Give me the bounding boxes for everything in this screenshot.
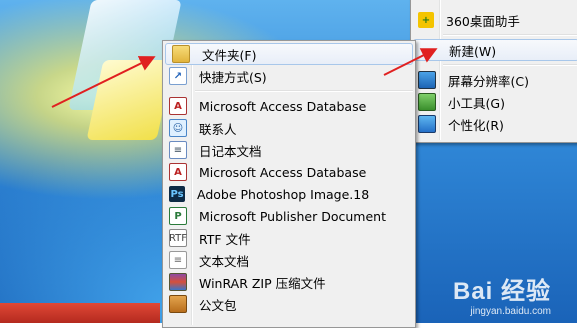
menu-separator bbox=[443, 64, 577, 66]
menu-item-new-journal[interactable]: ≡ 日记本文档 bbox=[163, 139, 415, 161]
menu-item-label: 文件夹(F) bbox=[202, 47, 257, 63]
menu-item-label: RTF 文件 bbox=[199, 231, 251, 247]
new-icon bbox=[421, 42, 437, 58]
menu-item-label: Adobe Photoshop Image.18 bbox=[197, 186, 370, 202]
menu-item-new-folder[interactable]: 文件夹(F) bbox=[165, 43, 413, 65]
menu-item-label: WinRAR ZIP 压缩文件 bbox=[199, 275, 326, 291]
watermark-brand: Bai 经验 bbox=[452, 278, 551, 305]
menu-item-screen-resolution[interactable]: 屏幕分辨率(C) bbox=[411, 69, 577, 91]
menu-separator bbox=[443, 34, 577, 36]
menu-item-label: Microsoft Publisher Document bbox=[199, 208, 386, 224]
menu-item-new-text-document[interactable]: ≡ 文本文档 bbox=[163, 249, 415, 271]
menu-item-label: 屏幕分辨率(C) bbox=[448, 73, 529, 89]
folder-icon bbox=[172, 45, 190, 63]
menu-item-label: 联系人 bbox=[199, 121, 237, 137]
contact-icon: ☺ bbox=[169, 119, 187, 137]
menu-item-new-access-database-2[interactable]: A Microsoft Access Database bbox=[163, 161, 415, 183]
menu-item-360-assistant[interactable]: + 360桌面助手 bbox=[411, 9, 577, 31]
360-assistant-icon: + bbox=[418, 12, 434, 28]
photoshop-icon: Ps bbox=[169, 186, 185, 202]
menu-item-label: 文本文档 bbox=[199, 253, 250, 269]
menu-item-label: 360桌面助手 bbox=[446, 13, 520, 29]
watermark-domain: jingyan.baidu.com bbox=[470, 306, 551, 317]
menu-item-new-shortcut[interactable]: ↗ 快捷方式(S) bbox=[163, 65, 415, 87]
menu-item-new-access-database[interactable]: A Microsoft Access Database bbox=[163, 95, 415, 117]
new-submenu: 文件夹(F) ↗ 快捷方式(S) A Microsoft Access Data… bbox=[162, 40, 416, 328]
menu-item-new-rtf[interactable]: RTF RTF 文件 bbox=[163, 227, 415, 249]
taskbar-fragment bbox=[0, 303, 160, 323]
menu-item-gadgets[interactable]: 小工具(G) bbox=[411, 91, 577, 113]
shortcut-icon: ↗ bbox=[169, 67, 187, 85]
menu-item-label: 个性化(R) bbox=[448, 117, 504, 133]
text-document-icon: ≡ bbox=[169, 251, 187, 269]
menu-item-label: 日记本文档 bbox=[199, 143, 262, 159]
menu-item-new-photoshop-image[interactable]: Ps Adobe Photoshop Image.18 bbox=[163, 183, 415, 205]
screen-resolution-icon bbox=[418, 71, 436, 89]
briefcase-icon bbox=[169, 295, 187, 313]
access-database-icon: A bbox=[169, 97, 187, 115]
baidu-jingyan-watermark: Bai 经验 jingyan.baidu.com bbox=[453, 271, 551, 317]
desktop-context-menu: + 360桌面助手 新建(W) 屏幕分辨率(C) 小工具(G) 个性化(R) bbox=[410, 0, 577, 143]
menu-item-label: 小工具(G) bbox=[448, 95, 505, 111]
journal-icon: ≡ bbox=[169, 141, 187, 159]
menu-separator bbox=[195, 90, 413, 92]
menu-top-cutoff bbox=[411, 0, 577, 9]
menu-item-label: 新建(W) bbox=[449, 43, 497, 59]
menu-item-label: Microsoft Access Database bbox=[199, 98, 367, 114]
gadgets-icon bbox=[418, 93, 436, 111]
publisher-icon: P bbox=[169, 207, 187, 225]
menu-item-new-contact[interactable]: ☺ 联系人 bbox=[163, 117, 415, 139]
menu-item-new[interactable]: 新建(W) bbox=[413, 39, 577, 61]
menu-item-new-publisher-document[interactable]: P Microsoft Publisher Document bbox=[163, 205, 415, 227]
menu-item-label: Microsoft Access Database bbox=[199, 164, 367, 180]
rtf-icon: RTF bbox=[169, 229, 187, 247]
menu-item-new-briefcase[interactable]: 公文包 bbox=[163, 293, 415, 315]
menu-item-label: 快捷方式(S) bbox=[199, 69, 267, 85]
menu-item-label: 公文包 bbox=[199, 297, 237, 313]
menu-item-new-winrar-zip[interactable]: WinRAR ZIP 压缩文件 bbox=[163, 271, 415, 293]
personalize-icon bbox=[418, 115, 436, 133]
access-database-icon: A bbox=[169, 163, 187, 181]
menu-item-personalize[interactable]: 个性化(R) bbox=[411, 113, 577, 135]
winrar-icon bbox=[169, 273, 187, 291]
